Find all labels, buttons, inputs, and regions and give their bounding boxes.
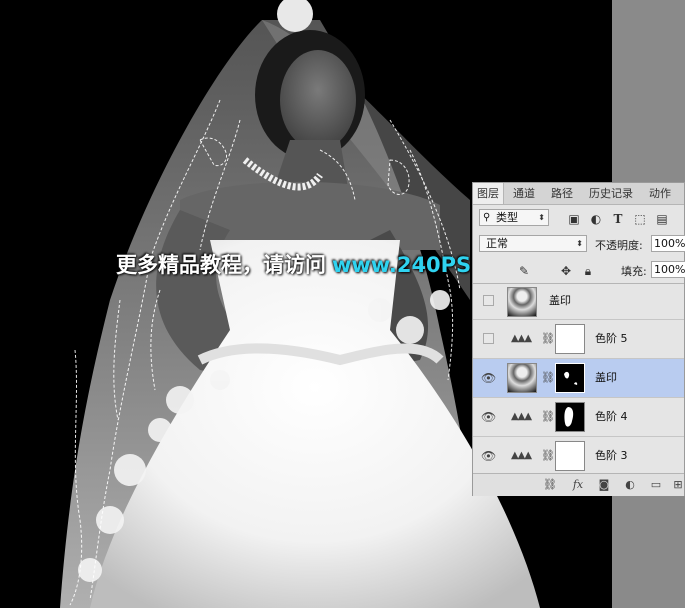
eye-icon[interactable]: 👁︎: [481, 410, 496, 424]
watermark-text: 更多精品教程，请访问: [116, 253, 326, 277]
folder-icon[interactable]: ▭: [649, 478, 663, 492]
tab-channels[interactable]: 通道: [509, 183, 539, 204]
mask-thumbnail: [555, 441, 585, 471]
tab-history[interactable]: 历史记录: [585, 183, 637, 204]
layer-name[interactable]: 色阶 5: [595, 331, 628, 347]
visibility-toggle[interactable]: [483, 333, 494, 344]
layer-name[interactable]: 色阶 4: [595, 409, 628, 425]
search-icon: ⚲: [483, 212, 491, 223]
blend-mode-select[interactable]: 正常 ⬍: [479, 235, 587, 252]
mask-thumbnail: [555, 363, 585, 393]
image-icon[interactable]: ▣: [567, 212, 581, 226]
levels-icon: ▲▲▲: [510, 450, 532, 461]
layer-name[interactable]: 盖印: [595, 370, 617, 386]
visibility-toggle[interactable]: [483, 295, 494, 306]
panel-tabs: 图层 通道 路径 历史记录 动作: [473, 183, 684, 205]
eye-icon[interactable]: 👁︎: [481, 449, 496, 463]
levels-icon: ▲▲▲: [510, 333, 532, 344]
watermark: 更多精品教程，请访问 www.240PS.com: [116, 249, 528, 279]
brush-icon[interactable]: ✎: [517, 264, 531, 278]
mask-icon[interactable]: ◙: [597, 478, 611, 492]
layer-row[interactable]: 👁︎ ⛓ 盖印: [473, 359, 684, 398]
fx-icon[interactable]: fx: [571, 478, 585, 492]
link-icon: ⛓: [541, 371, 555, 384]
link-icon: ⛓: [541, 332, 555, 345]
blend-mode-value: 正常: [486, 237, 508, 250]
smart-object-icon[interactable]: ▤: [655, 212, 669, 226]
layer-name[interactable]: 盖印: [549, 293, 571, 309]
adjustment-icon[interactable]: ◐: [623, 478, 637, 492]
panel-bottom-bar: ⛓ fx ◙ ◐ ▭ ⊞: [473, 473, 684, 496]
mask-thumbnail: [555, 402, 585, 432]
link-icon: ⛓: [541, 410, 555, 423]
mask-thumbnail: [555, 324, 585, 354]
chevron-updown-icon: ⬍: [576, 239, 583, 248]
layer-row[interactable]: 盖印: [473, 284, 684, 320]
tab-actions[interactable]: 动作: [645, 183, 675, 204]
chevron-updown-icon: ⬍: [538, 213, 545, 222]
lock-icon[interactable]: 🔒︎: [581, 264, 595, 278]
layer-thumbnail: [507, 287, 537, 317]
eye-icon[interactable]: 👁︎: [481, 371, 496, 385]
link-icon: ⛓: [541, 449, 555, 462]
filter-row: ⚲ 类型 ⬍ ▣ ◐ T ⬚ ▤: [473, 207, 684, 231]
shape-icon[interactable]: ⬚: [633, 212, 647, 226]
opacity-label: 不透明度:: [595, 239, 643, 252]
half-circle-icon[interactable]: ◐: [589, 212, 603, 226]
layer-name[interactable]: 色阶 3: [595, 448, 628, 464]
filter-kind-select[interactable]: ⚲ 类型 ⬍: [479, 209, 549, 226]
layer-thumbnail: [507, 363, 537, 393]
lock-row: ✎ ✥ 🔒︎ 填充: 100%: [473, 259, 685, 283]
tab-layers[interactable]: 图层: [473, 183, 504, 204]
filter-kind-label: 类型: [496, 211, 518, 224]
fill-input[interactable]: 100%: [651, 261, 685, 278]
layers-panel: 图层 通道 路径 历史记录 动作 ⚲ 类型 ⬍ ▣ ◐ T ⬚ ▤ 正常 ⬍ 不…: [472, 182, 685, 496]
levels-icon: ▲▲▲: [510, 411, 532, 422]
layer-row[interactable]: 👁︎ ▲▲▲ ⛓ 色阶 3: [473, 437, 684, 476]
layer-row[interactable]: ▲▲▲ ⛓ 色阶 5: [473, 320, 684, 359]
layer-row[interactable]: 👁︎ ▲▲▲ ⛓ 色阶 4: [473, 398, 684, 437]
text-icon[interactable]: T: [611, 212, 625, 226]
move-icon[interactable]: ✥: [559, 264, 573, 278]
layers-list: 盖印 ▲▲▲ ⛓ 色阶 5 👁︎ ⛓ 盖印 👁︎ ▲▲▲ ⛓ 色阶 4 👁︎ ▲…: [473, 283, 684, 476]
blend-row: 正常 ⬍ 不透明度: 100%: [473, 233, 685, 257]
new-layer-icon[interactable]: ⊞: [671, 478, 685, 492]
link-layers-icon[interactable]: ⛓: [543, 478, 557, 492]
opacity-input[interactable]: 100%: [651, 235, 685, 252]
tab-paths[interactable]: 路径: [547, 183, 577, 204]
fill-label: 填充:: [621, 265, 647, 278]
